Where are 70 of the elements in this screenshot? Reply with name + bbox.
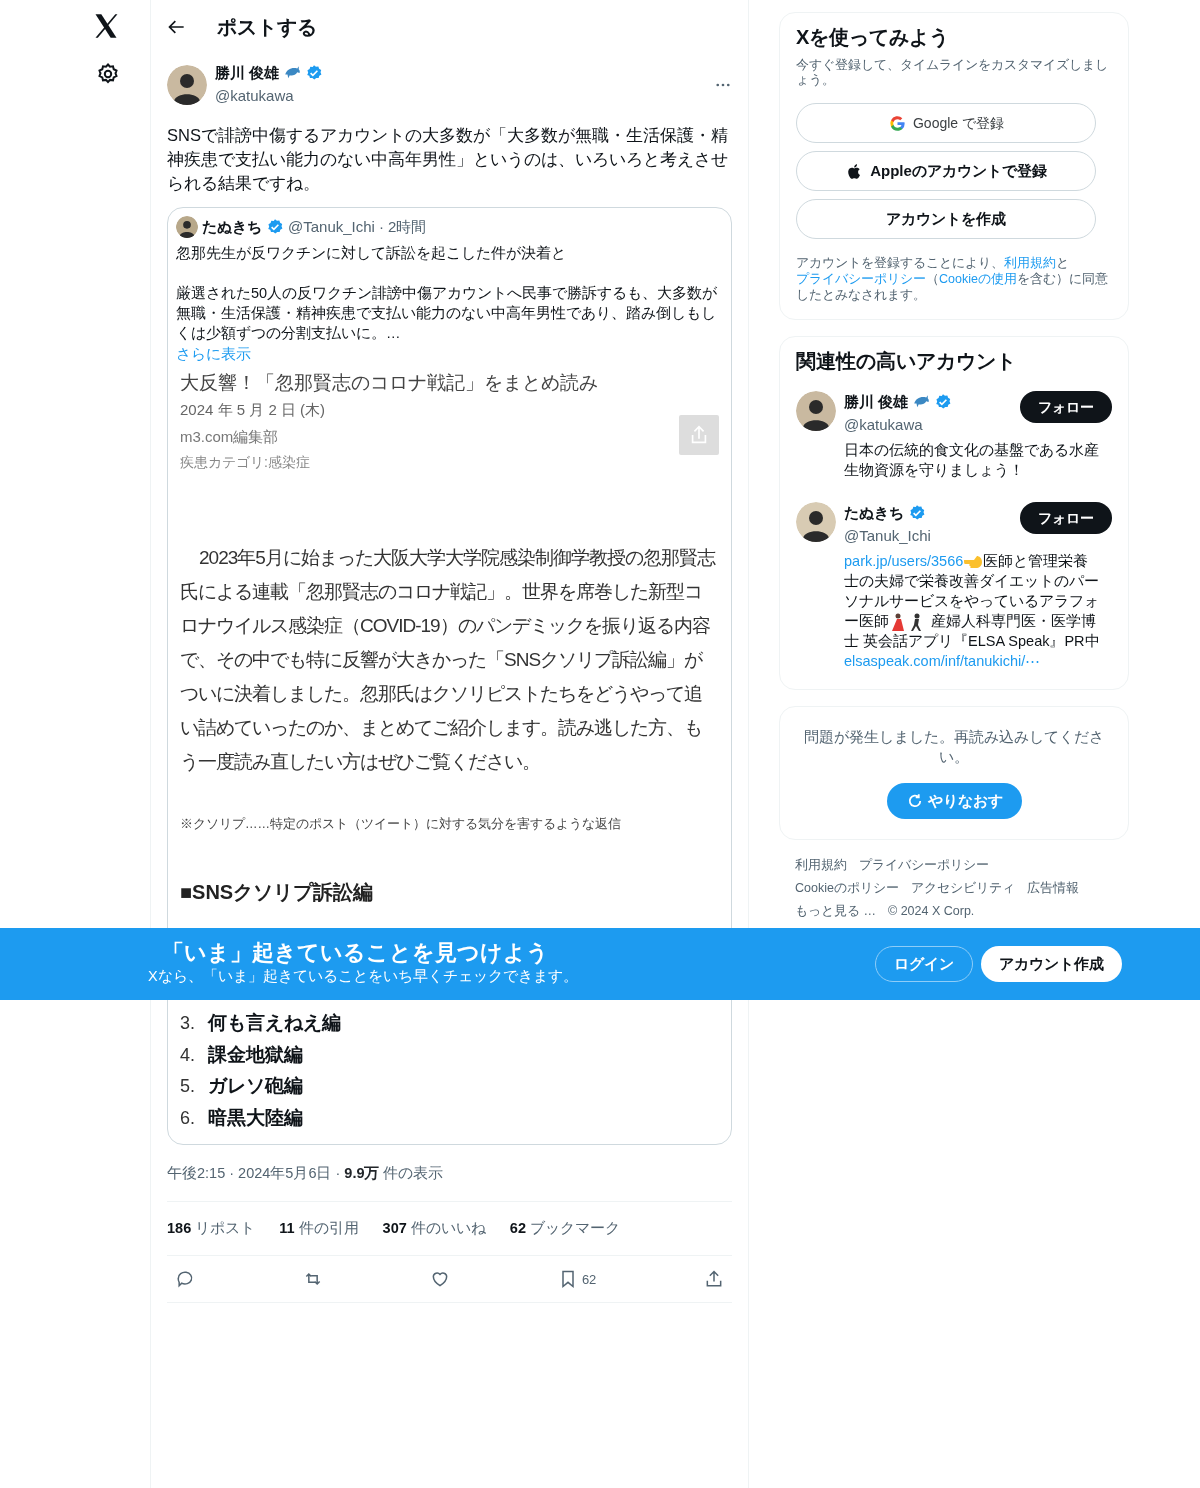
author-handle: @Tanuk_Ichi (288, 217, 375, 237)
banner-subtitle: Xなら、「いま」起きていることをいち早くチェックできます。 (148, 967, 578, 987)
avatar[interactable] (796, 502, 836, 542)
view-label: 件の表示 (383, 1163, 444, 1183)
list-number: 6. (180, 1106, 196, 1130)
separator-dot: · (229, 1163, 235, 1183)
settings-icon[interactable] (96, 62, 120, 86)
signup-button[interactable]: アカウントを作成 (796, 199, 1096, 239)
footer-link[interactable]: アクセシビリティ (910, 878, 1015, 898)
author-name: 勝川 俊雄 (215, 63, 280, 83)
avatar[interactable] (167, 64, 207, 105)
legal-text: アカウントを登録することにより、利用規約 と プライバシーポリシー（Cookieの使用を含む）に同意したとみなされます。 (796, 255, 1109, 303)
avatar[interactable] (796, 391, 836, 431)
stat-link[interactable]: 62 ブックマーク (509, 1217, 620, 1240)
footer-link[interactable]: もっと見る … (795, 901, 876, 921)
banner-title: 「いま」起きていることを見つけよう (162, 940, 550, 967)
separator-dot: · (378, 217, 384, 237)
article-date: 2024 年 5 月 2 日 (木) (180, 400, 326, 420)
author-handle: @katukawa (844, 414, 924, 435)
article-link[interactable]: 課金地獄編 (208, 1040, 303, 1070)
footer-link[interactable]: 広告情報 (1026, 878, 1079, 898)
post-time: 2時間 (387, 217, 427, 237)
card-title: Xを使ってみよう (796, 25, 951, 49)
article-link[interactable]: 暗黒大陸編 (208, 1103, 303, 1133)
page-title: ポストする (217, 15, 317, 39)
google-logo-icon (887, 113, 907, 133)
article-link[interactable]: ガレソ砲編 (208, 1072, 303, 1101)
footer-link[interactable]: © 2024 X Corp. (888, 901, 975, 921)
post-time: 午後2:15 (167, 1163, 226, 1183)
list-number: 4. (180, 1043, 196, 1067)
card-subtitle: 今すぐ登録して、タイムラインをカスタマイズしましょう。 (796, 57, 1109, 87)
article-note: ※クソリプ……特定のポスト（ツイート）に対する気分を害するような返信 (180, 816, 622, 833)
follow-button[interactable]: フォロー (1020, 391, 1112, 423)
post-date: 2024年5月6日 (238, 1163, 332, 1183)
footer-link[interactable]: Cookieのポリシー (795, 878, 899, 898)
account-bio: 日本の伝統的食文化の基盤である水産生物資源を守りましょう！ (844, 441, 1100, 480)
separator-dot: · (335, 1163, 341, 1183)
stat-link[interactable]: 186 リポスト (167, 1217, 256, 1240)
account-bio: park.jp/users/3566 医師と管理栄養士の夫婦で栄養改善ダイエットのパーソナルサービスをやっているアラフォー医師 産婦人科専門医・医学博士 英会話アプリ『ELSA Speak』PR中 elsaspeak.com/inf/tanukichi/⋯ (844, 552, 1100, 672)
author-name: たぬきち (202, 217, 262, 237)
error-message: 問題が発生しました。再読み込みしてください。 (804, 728, 1104, 768)
article-source: m3.com編集部 (180, 426, 280, 447)
view-count: 9.9万 (344, 1163, 380, 1183)
stat-link[interactable]: 307 件のいいね (382, 1217, 486, 1240)
quoted-text: 厳選された50人の反ワクチン誹謗中傷アカウントへ民事で勝訴するも、大多数が無職・生活保護・精神疾患で支払い能力のない中高年男性であり、踏み倒しもしくは少額ずつの分割支払いに。… (176, 283, 719, 343)
card-title: 関連性の高いアカウント (796, 349, 1017, 373)
footer-link[interactable]: プライバシーポリシー (859, 856, 989, 875)
article-category: 疾患カテゴリ:感染症 (180, 453, 311, 472)
quoted-text: 忽那先生が反ワクチンに対して訴訟を起こした件が決着と (176, 243, 567, 263)
avatar[interactable] (176, 216, 198, 239)
author-handle: @katukawa (215, 85, 295, 106)
signup-button[interactable]: Google で登録 (796, 103, 1096, 143)
signup-button[interactable]: Appleのアカウントで登録 (796, 151, 1096, 191)
reply-icon (175, 1269, 195, 1290)
list-number: 5. (180, 1075, 196, 1098)
article-heading: ■SNSクソリプ訴訟編 (180, 879, 375, 904)
article-body: 2023年5月に始まった大阪大学大学院感染制御学教授の忽那賢志氏による連載「忽那賢志のコロナ戦記」。世界を席巻した新型コロナウイルス感染症（COVID-19）のパンデミックを振り返る内容で、その中でも特に反響が大きかった「SNSクソリプ訴訟編」がついに決着しました。忽那氏はクソリピストたちをどうやって追い詰めていったのか、まとめてご紹介します。読み逃した方、もう一度読み直したい方はぜひご覧ください。 (180, 546, 717, 774)
pointing-hand-icon (963, 554, 984, 571)
article-title: 大反響！「忽那賢志のコロナ戦記」をまとめ読み (180, 371, 599, 395)
author-name: 勝川 俊雄 (844, 392, 909, 412)
create-account-button[interactable]: アカウント作成 (981, 946, 1122, 982)
footer-link[interactable]: 利用規約 (795, 856, 847, 875)
bookmark-button[interactable]: 62 (553, 1265, 601, 1294)
author-handle: @Tanuk_Ichi (844, 525, 931, 546)
stat-link[interactable]: 11 件の引用 (279, 1217, 359, 1240)
post-text: SNSで誹謗中傷するアカウントの大多数が「大多数が無職・生活保護・精神疾患で支払い能力のない中高年男性」というのは、いろいろと考えさせられる結果ですね。 (167, 125, 729, 194)
author-name: たぬきち (844, 503, 904, 523)
follow-button[interactable]: フォロー (1020, 502, 1112, 534)
list-number: 3. (180, 1012, 196, 1035)
article-link[interactable]: 何も言えねえ編 (208, 1009, 341, 1038)
